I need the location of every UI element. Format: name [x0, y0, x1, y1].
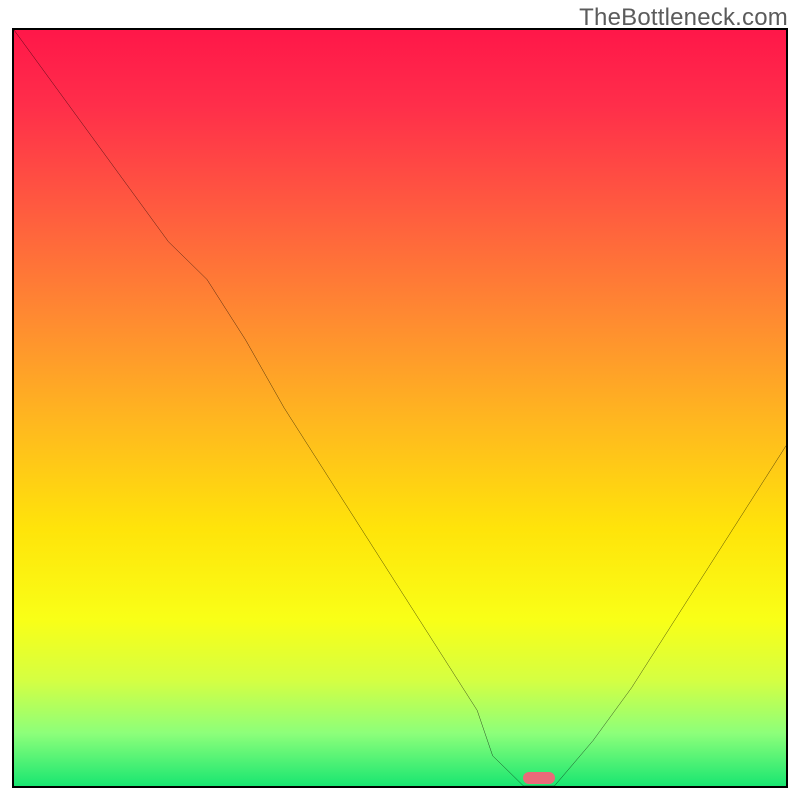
plot-area	[12, 28, 788, 788]
chart-container: TheBottleneck.com	[0, 0, 800, 800]
optimal-point-marker	[523, 772, 555, 784]
bottleneck-curve	[14, 30, 786, 786]
